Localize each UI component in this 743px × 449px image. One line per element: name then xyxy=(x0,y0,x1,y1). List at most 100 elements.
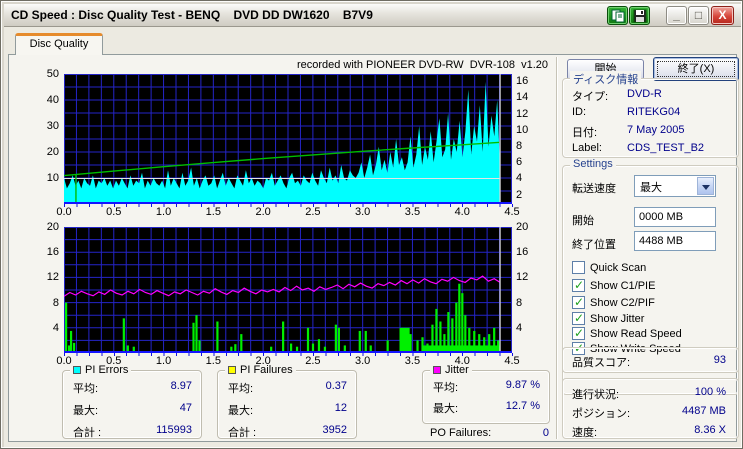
show-c1-pie-label: Show C1/PIE xyxy=(590,280,656,292)
client-area: Disc Quality recorded with PIONEER DVD-R… xyxy=(4,27,741,447)
app-window: CD Speed : Disc Quality Test - BENQ DVD … xyxy=(0,0,743,449)
axis-tick-label: 20 xyxy=(46,146,59,158)
axis-tick-label: 0.5 xyxy=(106,206,122,218)
show-c2-pif-label: Show C2/PIF xyxy=(590,297,655,309)
axis-tick-label: 20 xyxy=(516,221,529,233)
show-jitter-checkbox[interactable] xyxy=(572,311,585,325)
po-failures-label: PO Failures: xyxy=(430,427,492,439)
axis-tick-label: 12 xyxy=(46,271,59,284)
show-read-speed-checkbox[interactable] xyxy=(572,326,585,340)
axis-tick-label: 4 xyxy=(516,321,523,334)
maximize-icon: □ xyxy=(694,8,703,22)
start-position-input[interactable] xyxy=(634,207,716,227)
stat-label: 合計 : xyxy=(228,427,257,439)
axis-tick-label: 1.5 xyxy=(205,206,221,218)
copy-to-clipboard-button[interactable] xyxy=(607,6,628,25)
end-position-input[interactable] xyxy=(634,231,716,251)
chevron-down-icon[interactable] xyxy=(697,177,714,195)
stat-value: 9.87 % xyxy=(505,379,540,391)
axis-tick-label: 8 xyxy=(516,139,523,152)
stat-value: 8.97 xyxy=(170,380,192,392)
transfer-rate-value: 最大 xyxy=(640,182,662,194)
stat-label: 最大: xyxy=(73,405,99,417)
jitter-stats-box: Jitter 平均: 9.87 % 最大: 12.7 % xyxy=(422,364,550,424)
disc-quality-page: recorded with PIONEER DVD-RW DVR-108 v1.… xyxy=(8,54,739,442)
quick-scan-checkbox[interactable] xyxy=(572,261,585,274)
stat-value: 0.37 xyxy=(325,380,347,392)
disc-date-value: 7 May 2005 xyxy=(627,124,685,136)
disc-label-label: Label: xyxy=(572,142,602,154)
save-button[interactable] xyxy=(629,6,650,25)
pi-errors-legend: PI Errors xyxy=(70,364,132,376)
pi-failures-title: PI Failures xyxy=(240,364,293,376)
axis-tick-label: 4 xyxy=(52,321,59,334)
pi-failures-jitter-chart xyxy=(64,227,512,353)
pi-errors-color-swatch xyxy=(73,366,81,374)
show-c1-pie-checkbox[interactable] xyxy=(572,278,585,292)
focus-rect xyxy=(657,61,735,77)
progress-box: 進行状況: 100 % ポジション: 4487 MB 速度: 8.36 X xyxy=(562,378,739,439)
position-label: ポジション: xyxy=(572,408,631,420)
recorded-with-label: recorded with PIONEER DVD-RW DVR-108 v1.… xyxy=(296,59,548,71)
disc-type-value: DVD-R xyxy=(627,88,662,100)
close-button[interactable]: X xyxy=(711,6,734,25)
axis-tick-label: 2 xyxy=(516,188,523,201)
stat-label: 平均: xyxy=(73,383,99,395)
transfer-rate-label: 転送速度 xyxy=(572,183,616,195)
axis-tick-label: 16 xyxy=(516,246,529,259)
pi-failures-color-swatch xyxy=(228,366,236,374)
pi-errors-title: PI Errors xyxy=(85,364,129,376)
disc-info-group: ディスク情報 タイプ: DVD-R ID: RITEKG04 日付: 7 May… xyxy=(562,71,739,158)
axis-tick-label: 10 xyxy=(46,172,59,184)
stat-label: 平均: xyxy=(433,382,459,394)
axis-tick-label: 0.0 xyxy=(56,206,72,218)
window-title: CD Speed : Disc Quality Test - BENQ DVD … xyxy=(11,8,373,22)
position-value: 4487 MB xyxy=(681,405,726,417)
axis-tick-label: 2.5 xyxy=(305,355,321,367)
start-position-label: 開始 xyxy=(572,215,594,227)
pi-failures-stats-box: PI Failures 平均: 0.37 最大: 12 合計 : 3952 xyxy=(217,364,357,439)
end-position-label: 終了位置 xyxy=(572,239,616,251)
axis-tick-label: 14 xyxy=(516,91,529,104)
axis-tick-label: 1.0 xyxy=(155,355,172,367)
titlebar: CD Speed : Disc Quality Test - BENQ DVD … xyxy=(4,4,741,27)
po-failures-value: 0 xyxy=(542,427,549,439)
panel-divider xyxy=(556,57,558,439)
disc-label-value: CDS_TEST_B2 xyxy=(627,142,705,154)
axis-tick-label: 16 xyxy=(516,75,529,88)
axis-tick-label: 16 xyxy=(46,246,59,259)
progress-value: 100 % xyxy=(694,386,726,398)
x-axis-ticks-top xyxy=(64,204,513,207)
axis-tick-label: 30 xyxy=(46,120,59,132)
tab-disc-quality[interactable]: Disc Quality xyxy=(15,33,103,55)
quality-score-value: 93 xyxy=(713,354,726,366)
stat-value: 12.7 % xyxy=(505,400,540,412)
minimize-icon: _ xyxy=(673,8,680,22)
stat-label: 平均: xyxy=(228,383,254,395)
axis-tick-label: 1.5 xyxy=(205,355,221,367)
axis-tick-label: 4 xyxy=(516,172,523,185)
disc-info-title: ディスク情報 xyxy=(570,71,642,87)
speed-value: 8.36 X xyxy=(694,424,726,436)
show-read-speed-label: Show Read Speed xyxy=(590,328,682,340)
quick-scan-label: Quick Scan xyxy=(590,262,647,274)
maximize-button[interactable]: □ xyxy=(688,6,709,25)
show-c2-pif-checkbox[interactable] xyxy=(572,295,585,309)
stat-value: 12 xyxy=(334,402,347,414)
speed-label: 速度: xyxy=(572,427,598,439)
pi-errors-stats-box: PI Errors 平均: 8.97 最大: 47 合計 : 115993 xyxy=(62,364,202,439)
axis-tick-label: 3.0 xyxy=(355,355,371,367)
progress-label: 進行状況: xyxy=(572,389,620,401)
disc-id-label: ID: xyxy=(572,106,587,118)
axis-tick-label: 20 xyxy=(46,221,59,233)
pi-errors-chart xyxy=(64,74,512,204)
axis-tick-label: 10 xyxy=(516,123,529,136)
minimize-button[interactable]: _ xyxy=(666,6,687,25)
stat-value: 115993 xyxy=(156,424,192,436)
axis-tick-label: 4.5 xyxy=(504,206,520,218)
axis-tick-label: 12 xyxy=(516,271,529,284)
quality-score-label: 品質スコア: xyxy=(572,357,631,369)
disc-type-label: タイプ: xyxy=(572,91,609,103)
transfer-rate-combobox[interactable]: 最大 xyxy=(634,175,716,197)
stat-label: 合計 : xyxy=(73,427,102,439)
